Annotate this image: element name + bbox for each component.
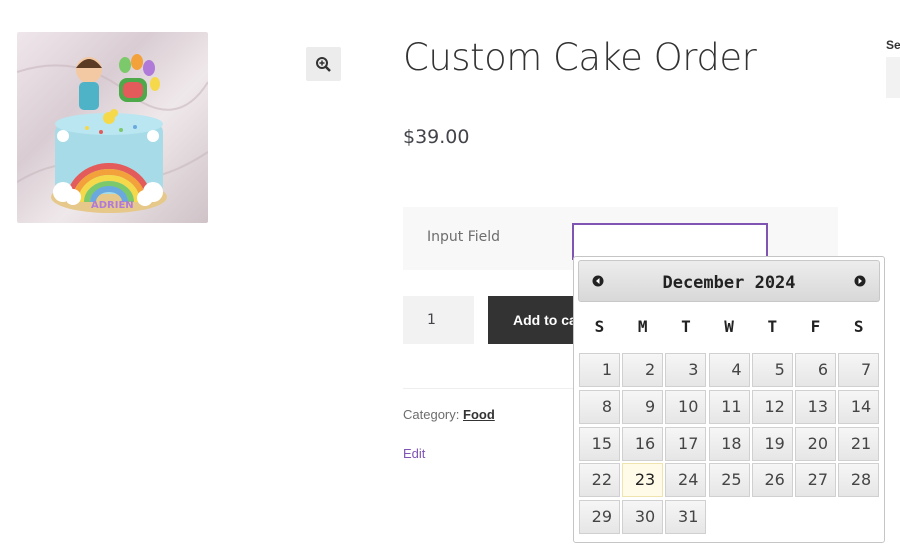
calendar-day[interactable]: 4 [708,353,750,387]
datepicker-month-label: December 2024 [662,273,796,293]
cake-illustration: ADRIEN [17,54,208,213]
calendar-day[interactable]: 14 [838,389,880,424]
product-price: $39.00 [403,126,470,148]
sidebar-search-input[interactable] [886,57,900,98]
calendar-day[interactable]: 9 [622,389,664,424]
calendar-day[interactable]: 3 [665,353,707,387]
weekday-header: T [767,317,778,336]
calendar-day[interactable]: 13 [795,389,836,424]
calendar-day[interactable]: 30 [622,500,664,535]
addon-input-field[interactable] [572,223,768,260]
datepicker: December 2024 S M T W T F S 1 2 3 4 5 6 7 8 9 10 11 12 13 14… [573,256,885,543]
product-title: Custom Cake Order [403,36,757,79]
category-label: Category: [403,407,460,422]
quantity-input[interactable] [403,296,474,344]
calendar-day[interactable]: 24 [665,463,707,498]
calendar-day[interactable]: 26 [751,463,793,498]
calendar-day[interactable]: 25 [708,463,750,498]
zoom-in-icon [316,56,331,72]
calendar-day-today[interactable]: 23 [622,463,664,498]
calendar-day[interactable]: 6 [795,353,836,387]
calendar-day[interactable]: 1 [579,353,620,387]
calendar-day[interactable]: 15 [579,426,620,461]
calendar-day[interactable]: 31 [665,500,707,535]
calendar-day[interactable]: 22 [579,463,620,498]
datepicker-header: December 2024 [578,260,880,302]
calendar-day[interactable]: 5 [751,353,793,387]
product-image[interactable]: ADRIEN [17,32,208,223]
zoom-button[interactable] [306,47,341,81]
edit-link[interactable]: Edit [403,446,425,461]
weekday-header: M [637,317,648,336]
calendar-day[interactable]: 18 [708,426,750,461]
sidebar-search-label: Search [886,38,900,52]
product-category: Category: Food [403,407,495,422]
calendar-day[interactable]: 27 [795,463,836,498]
next-month-icon[interactable] [854,275,866,287]
divider [403,388,578,389]
calendar-day[interactable]: 10 [665,389,707,424]
weekday-header: F [810,317,821,336]
calendar-day[interactable]: 16 [622,426,664,461]
weekday-header: S [853,317,864,336]
calendar-day[interactable]: 11 [708,389,750,424]
calendar-day[interactable]: 21 [838,426,880,461]
svg-text:ADRIEN: ADRIEN [91,200,134,211]
calendar-day[interactable]: 28 [838,463,880,498]
calendar-day[interactable]: 20 [795,426,836,461]
calendar-day[interactable]: 7 [838,353,880,387]
weekday-header: W [724,317,734,336]
addon-input-label: Input Field [427,229,501,245]
calendar-day[interactable]: 8 [579,389,620,424]
calendar-day[interactable]: 12 [751,389,793,424]
calendar-day[interactable]: 19 [751,426,793,461]
weekday-header: T [681,317,691,336]
calendar-day[interactable]: 29 [579,500,620,535]
calendar-day[interactable]: 2 [622,353,664,387]
category-link[interactable]: Food [463,407,495,422]
weekday-header: S [594,317,605,336]
calendar-day[interactable]: 17 [665,426,707,461]
